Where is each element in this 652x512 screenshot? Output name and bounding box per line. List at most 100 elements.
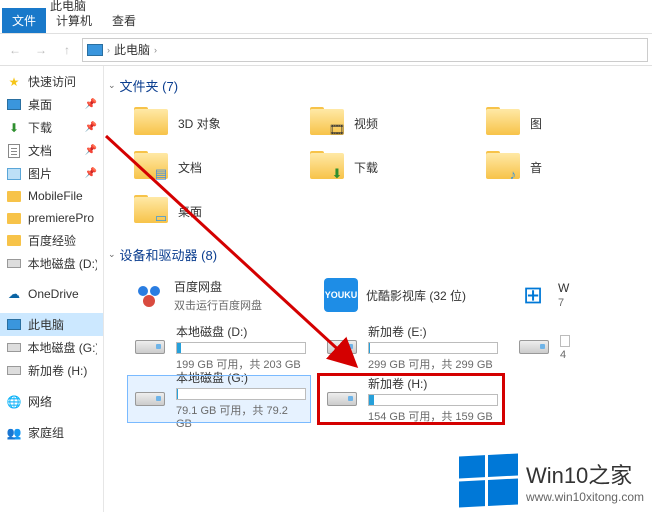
- picture-icon: [6, 166, 22, 182]
- folder-item-music[interactable]: ♪音: [480, 147, 648, 187]
- sidebar-item-label: 本地磁盘 (G:): [27, 339, 97, 356]
- section-header-folders[interactable]: ⌄ 文件夹 (7): [108, 72, 648, 99]
- app-item-youku[interactable]: YOUKU 优酷影视库 (32 位): [320, 272, 502, 318]
- folder-icon: [6, 233, 22, 249]
- drive-item-h[interactable]: 新加卷 (H:)154 GB 可用，共 159 GB: [320, 376, 502, 422]
- drive-item-e[interactable]: 新加卷 (E:) 299 GB 可用，共 299 GB: [320, 324, 502, 370]
- folder-item-pictures[interactable]: 图: [480, 103, 648, 143]
- breadcrumb[interactable]: › 此电脑 ›: [82, 38, 648, 62]
- folder-label: 视频: [354, 115, 378, 132]
- hdd-icon: [516, 332, 552, 362]
- baidu-netdisk-icon: [132, 278, 166, 312]
- hdd-icon: [324, 332, 360, 362]
- network-icon: 🌐: [6, 394, 22, 410]
- section-title: 文件夹 (7): [120, 76, 179, 95]
- drive-stats: 4: [560, 349, 644, 361]
- sidebar-item-premierepro[interactable]: premierePro: [0, 207, 103, 229]
- sidebar-item-disk-g[interactable]: 本地磁盘 (G:): [0, 336, 103, 359]
- document-icon: [6, 143, 22, 159]
- sidebar-item-documents[interactable]: 文档 📌: [0, 139, 103, 162]
- folders-grid: 3D 对象 🎞 视频 图 ▤文档 ⬇ 下载 ♪音 ▭桌面: [128, 103, 648, 231]
- sidebar: ★ 快速访问 桌面 📌 ⬇ 下载 📌 文档 📌 图片 📌: [0, 66, 104, 512]
- capacity-bar: [176, 342, 306, 354]
- folder-item-3d[interactable]: 3D 对象: [128, 103, 296, 143]
- folder-icon: [6, 210, 22, 226]
- section-header-drives[interactable]: ⌄ 设备和驱动器 (8): [108, 241, 648, 268]
- drive-item-g[interactable]: 本地磁盘 (G:)79.1 GB 可用，共 79.2 GB: [128, 376, 310, 422]
- sidebar-onedrive[interactable]: ☁ OneDrive: [0, 283, 103, 305]
- hdd-icon: [324, 384, 360, 414]
- sidebar-item-disk-h[interactable]: 新加卷 (H:): [0, 359, 103, 382]
- pin-icon: 📌: [85, 168, 97, 179]
- desktop-icon: [6, 97, 22, 113]
- ribbon-tab-view[interactable]: 查看: [102, 8, 146, 33]
- cloud-icon: ☁: [6, 286, 22, 302]
- sidebar-homegroup[interactable]: 👥 家庭组: [0, 421, 103, 444]
- folder-label: 下载: [354, 159, 378, 176]
- sidebar-item-label: 网络: [28, 393, 52, 410]
- nav-up-button[interactable]: ↑: [56, 39, 78, 61]
- pin-icon: 📌: [85, 122, 97, 133]
- ribbon: 文件 计算机 查看: [0, 10, 652, 34]
- homegroup-icon: 👥: [6, 425, 22, 441]
- sidebar-this-pc[interactable]: 此电脑: [0, 313, 103, 336]
- app-item-baidupan[interactable]: 百度网盘双击运行百度网盘: [128, 272, 310, 318]
- drive-name: 新加卷 (H:): [368, 375, 498, 392]
- folder-icon: [484, 107, 522, 139]
- pin-icon: 📌: [85, 99, 97, 110]
- app-name: 优酷影视库 (32 位): [366, 287, 498, 304]
- hdd-icon: [132, 384, 168, 414]
- sidebar-item-disk-d[interactable]: 本地磁盘 (D:): [0, 252, 103, 275]
- sidebar-quick-access[interactable]: ★ 快速访问: [0, 70, 103, 93]
- sidebar-item-label: 文档: [28, 142, 52, 159]
- folder-item-documents[interactable]: ▤文档: [128, 147, 296, 187]
- app-name: W: [558, 281, 644, 295]
- sidebar-item-label: 本地磁盘 (D:): [28, 255, 97, 272]
- folder-icon: 🎞: [308, 107, 346, 139]
- drive-icon: [6, 363, 22, 379]
- ribbon-tab-file[interactable]: 文件: [2, 8, 46, 33]
- desktop-icon: ▭: [152, 209, 170, 227]
- drives-grid: 百度网盘双击运行百度网盘 YOUKU 优酷影视库 (32 位) ⊞ W7 本地磁…: [128, 272, 648, 422]
- capacity-bar: [368, 342, 498, 354]
- sidebar-item-downloads[interactable]: ⬇ 下载 📌: [0, 116, 103, 139]
- drive-name: 本地磁盘 (G:): [176, 369, 306, 386]
- sidebar-item-label: premierePro: [28, 211, 94, 225]
- download-icon: ⬇: [6, 120, 22, 136]
- sidebar-item-baidujy[interactable]: 百度经验: [0, 229, 103, 252]
- capacity-bar: [176, 388, 306, 400]
- app-item-partial[interactable]: ⊞ W7: [512, 272, 648, 318]
- sidebar-item-label: 图片: [28, 165, 52, 182]
- section-title: 设备和驱动器 (8): [120, 245, 218, 264]
- folder-item-downloads[interactable]: ⬇ 下载: [304, 147, 472, 187]
- ribbon-tab-computer[interactable]: 计算机: [46, 8, 102, 33]
- app-sub: 7: [558, 297, 644, 309]
- breadcrumb-location[interactable]: 此电脑: [114, 41, 150, 58]
- capacity-bar: [560, 335, 570, 347]
- folder-label: 3D 对象: [178, 115, 221, 132]
- chevron-down-icon: ⌄: [108, 80, 116, 91]
- sidebar-item-mobilefile[interactable]: MobileFile: [0, 185, 103, 207]
- drive-name: 新加卷 (E:): [368, 323, 498, 340]
- drive-item-d[interactable]: 本地磁盘 (D:)199 GB 可用，共 203 GB: [128, 324, 310, 370]
- folder-item-videos[interactable]: 🎞 视频: [304, 103, 472, 143]
- sidebar-item-desktop[interactable]: 桌面 📌: [0, 93, 103, 116]
- nav-back-button[interactable]: ←: [4, 39, 26, 61]
- chevron-right-icon: ›: [107, 45, 110, 55]
- nav-forward-button[interactable]: →: [30, 39, 52, 61]
- drive-stats: 299 GB 可用，共 299 GB: [368, 356, 498, 372]
- folder-item-desktop[interactable]: ▭桌面: [128, 191, 296, 231]
- folder-label: 音: [530, 159, 542, 176]
- document-icon: ▤: [152, 165, 170, 183]
- sidebar-item-label: 快速访问: [28, 73, 76, 90]
- youku-icon: YOUKU: [324, 278, 358, 312]
- drive-item-partial[interactable]: 4: [512, 324, 648, 370]
- sidebar-item-label: 新加卷 (H:): [28, 362, 87, 379]
- folder-icon: ⬇: [308, 151, 346, 183]
- folder-icon: ▤: [132, 151, 170, 183]
- drive-icon: [6, 256, 22, 272]
- folder-label: 图: [530, 115, 542, 132]
- sidebar-item-pictures[interactable]: 图片 📌: [0, 162, 103, 185]
- sidebar-network[interactable]: 🌐 网络: [0, 390, 103, 413]
- sidebar-item-label: MobileFile: [28, 189, 83, 203]
